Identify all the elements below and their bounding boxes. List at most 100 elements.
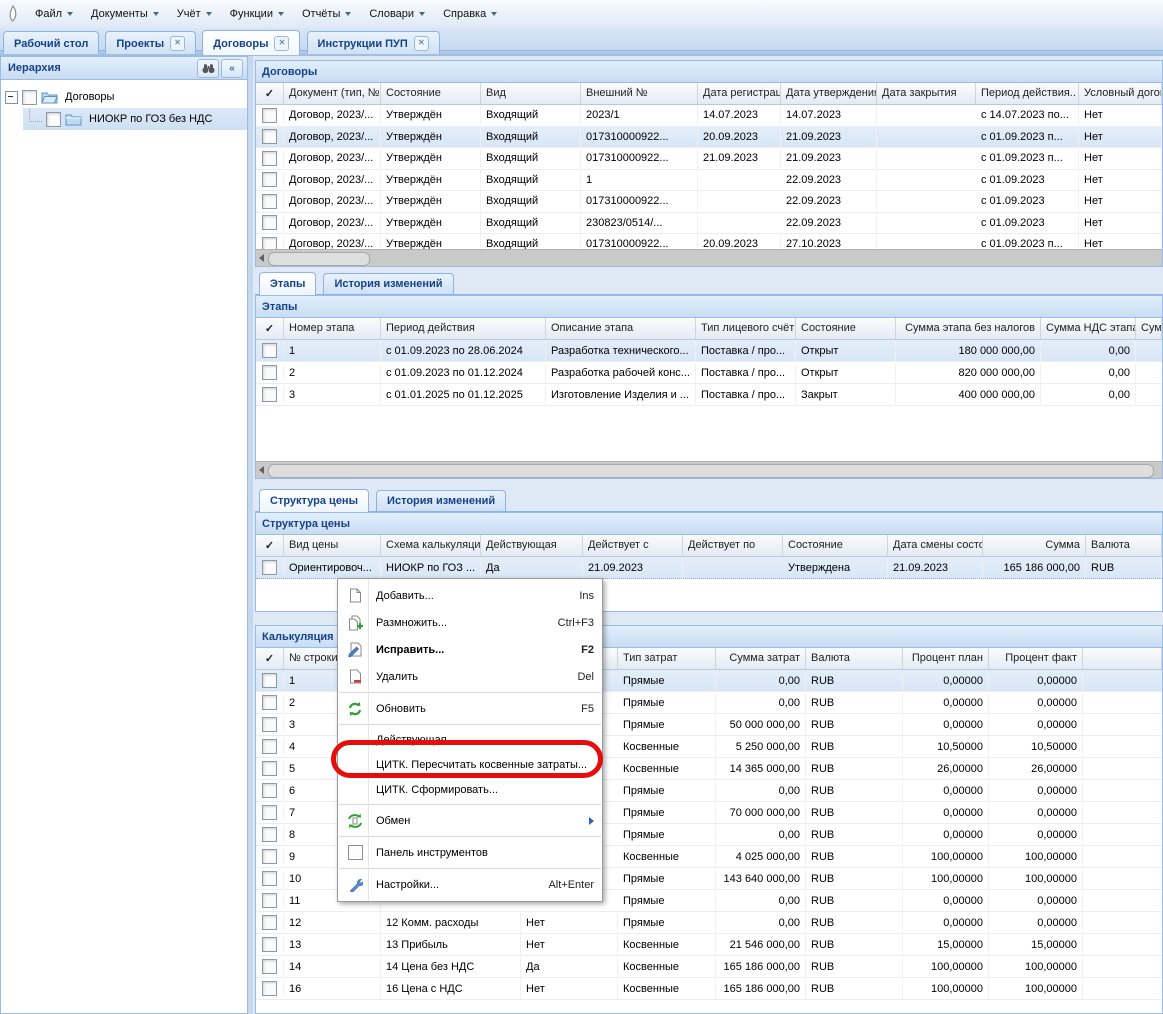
expander-icon[interactable]	[5, 91, 18, 104]
tab-history[interactable]: История изменений	[323, 273, 453, 294]
column-header[interactable]: Вид цены	[284, 535, 381, 556]
column-header[interactable]: Дата регистрации.	[698, 83, 781, 104]
column-header[interactable]: Валюта	[1086, 535, 1162, 556]
column-header[interactable]: Тип лицевого счёт	[696, 318, 796, 339]
tab-instructions[interactable]: Инструкции ПУП✕	[307, 31, 440, 54]
table-row[interactable]: 1414 Цена без НДСДаКосвенные165 186 000,…	[256, 956, 1162, 978]
row-checkbox[interactable]	[262, 981, 277, 996]
menu-item[interactable]: Обмен	[338, 807, 602, 834]
column-header[interactable]: Тип затрат	[618, 648, 716, 669]
column-header[interactable]: Процент факт	[989, 648, 1083, 669]
menubar-item-Файл[interactable]: Файл	[26, 4, 82, 24]
column-header[interactable]: Сумма	[983, 535, 1086, 556]
close-icon[interactable]: ✕	[170, 36, 185, 51]
menubar-item-Словари[interactable]: Словари	[360, 4, 434, 24]
row-checkbox[interactable]	[262, 871, 277, 886]
row-checkbox[interactable]	[262, 172, 277, 187]
column-header[interactable]: Сум	[1136, 318, 1162, 339]
column-header[interactable]: Действующая	[481, 535, 583, 556]
column-header[interactable]: Период действия..	[976, 83, 1079, 104]
select-all-checkmark[interactable]: ✓	[256, 83, 284, 104]
scroll-left-arrow-icon[interactable]	[256, 250, 266, 266]
menubar-item-Документы[interactable]: Документы	[82, 4, 168, 24]
scrollbar-thumb[interactable]	[268, 464, 1154, 478]
column-header[interactable]: Состояние	[381, 83, 481, 104]
tab-stages[interactable]: Этапы	[259, 272, 316, 295]
tab-price-structure[interactable]: Структура цены	[259, 489, 369, 512]
row-checkbox[interactable]	[262, 717, 277, 732]
close-icon[interactable]: ✕	[414, 36, 429, 51]
close-icon[interactable]: ✕	[274, 36, 289, 51]
table-row[interactable]: 1с 01.09.2023 по 28.06.2024Разработка те…	[256, 340, 1162, 362]
column-header[interactable]: Период действия	[381, 318, 546, 339]
tab-projects[interactable]: Проекты✕	[105, 31, 196, 54]
tab-desktop[interactable]: Рабочий стол	[3, 31, 99, 54]
column-header[interactable]: Описание этапа	[546, 318, 696, 339]
column-header[interactable]: Вид	[481, 83, 581, 104]
tree-node-niokr[interactable]: НИОКР по ГОЗ без НДС	[23, 108, 247, 130]
scroll-left-arrow-icon[interactable]	[256, 462, 266, 478]
row-checkbox[interactable]	[262, 849, 277, 864]
row-checkbox[interactable]	[262, 129, 277, 144]
column-header[interactable]: Сумма НДС этапа	[1041, 318, 1136, 339]
column-header[interactable]: Внешний №	[581, 83, 698, 104]
row-checkbox[interactable]	[262, 739, 277, 754]
select-all-checkmark[interactable]: ✓	[256, 648, 284, 669]
row-checkbox[interactable]	[262, 365, 277, 380]
row-checkbox[interactable]	[262, 893, 277, 908]
column-header[interactable]: Действует по	[683, 535, 783, 556]
row-checkbox[interactable]	[262, 194, 277, 209]
column-header[interactable]: Действует с	[583, 535, 683, 556]
row-checkbox[interactable]	[262, 937, 277, 952]
column-header[interactable]: Схема калькуляци	[381, 535, 481, 556]
column-header[interactable]: Процент план	[903, 648, 989, 669]
menubar-item-Отчёты[interactable]: Отчёты	[293, 4, 360, 24]
table-row[interactable]: Договор, 2023/...УтверждёнВходящий2023/1…	[256, 105, 1162, 127]
row-checkbox[interactable]	[262, 108, 277, 123]
table-row[interactable]: 1313 ПрибыльНетКосвенные21 546 000,00RUB…	[256, 934, 1162, 956]
menu-item[interactable]: Панель инструментов	[338, 839, 602, 866]
menu-item[interactable]: Размножить...Ctrl+F3	[338, 609, 602, 636]
column-header[interactable]: Номер этапа	[284, 318, 381, 339]
table-row[interactable]: Договор, 2023/...УтверждёнВходящий017310…	[256, 148, 1162, 170]
column-header[interactable]: Дата смены состоя	[888, 535, 983, 556]
menu-item[interactable]: Настройки...Alt+Enter	[338, 871, 602, 898]
menubar-item-Учёт[interactable]: Учёт	[168, 4, 221, 24]
table-row[interactable]: 2с 01.09.2023 по 01.12.2024Разработка ра…	[256, 362, 1162, 384]
node-checkbox[interactable]	[46, 112, 61, 127]
row-checkbox[interactable]	[262, 387, 277, 402]
row-checkbox[interactable]	[262, 827, 277, 842]
table-row[interactable]: Договор, 2023/...УтверждёнВходящий017310…	[256, 127, 1162, 149]
menubar-item-Функции[interactable]: Функции	[221, 4, 293, 24]
row-checkbox[interactable]	[262, 215, 277, 230]
column-header[interactable]: Валюта	[806, 648, 903, 669]
tab-contracts[interactable]: Договоры✕	[202, 30, 300, 55]
menu-item[interactable]: ОбновитьF5	[338, 695, 602, 722]
row-checkbox[interactable]	[262, 805, 277, 820]
row-checkbox[interactable]	[262, 151, 277, 166]
collapse-button[interactable]: «	[221, 59, 243, 78]
row-checkbox[interactable]	[262, 695, 277, 710]
row-checkbox[interactable]	[262, 673, 277, 688]
table-row[interactable]: 1616 Цена с НДСНетКосвенные165 186 000,0…	[256, 978, 1162, 1000]
column-header[interactable]: Условный догов	[1079, 83, 1162, 104]
horizontal-scrollbar[interactable]	[256, 461, 1162, 478]
column-header[interactable]	[1083, 648, 1162, 669]
menu-item[interactable]: ЦИТК. Сформировать...	[338, 777, 602, 802]
column-header[interactable]: Документ (тип, №	[284, 83, 381, 104]
column-header[interactable]: Сумма этапа без налогов	[896, 318, 1041, 339]
select-all-checkmark[interactable]: ✓	[256, 535, 284, 556]
table-row[interactable]: Договор, 2023/...УтверждёнВходящий017310…	[256, 191, 1162, 213]
row-checkbox[interactable]	[262, 959, 277, 974]
table-row[interactable]: 3с 01.01.2025 по 01.12.2025Изготовление …	[256, 384, 1162, 406]
tab-history[interactable]: История изменений	[376, 490, 506, 511]
table-row[interactable]: Договор, 2023/...УтверждёнВходящий122.09…	[256, 170, 1162, 192]
row-checkbox[interactable]	[262, 915, 277, 930]
row-checkbox[interactable]	[262, 761, 277, 776]
column-header[interactable]: Дата утверждения	[781, 83, 877, 104]
column-header[interactable]: Дата закрытия	[877, 83, 976, 104]
scrollbar-thumb[interactable]	[268, 252, 370, 266]
table-row[interactable]: Договор, 2023/...УтверждёнВходящий230823…	[256, 213, 1162, 235]
tree-node-contracts[interactable]: Договоры	[5, 86, 247, 108]
horizontal-scrollbar[interactable]	[256, 249, 1162, 266]
